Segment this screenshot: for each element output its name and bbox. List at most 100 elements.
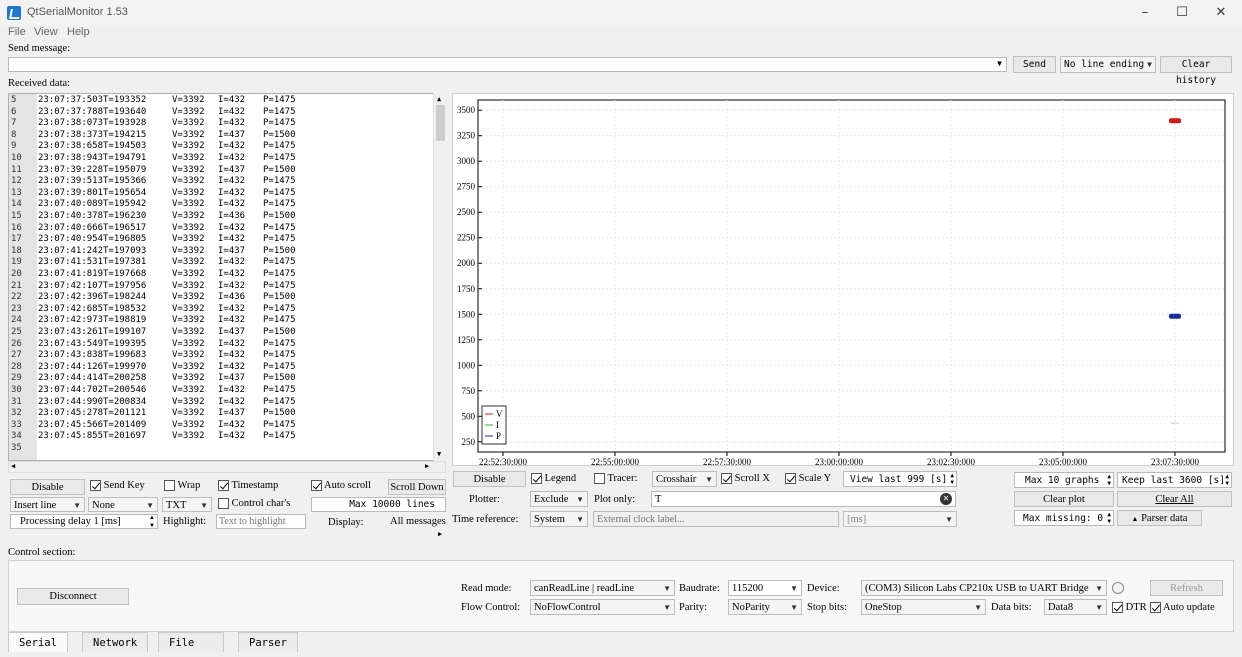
table-row: 32 23:07:45:278 T=201121 V=3392 I=437 P=1500 (9, 408, 429, 420)
scroll-down-icon[interactable]: ▼ (437, 450, 441, 458)
dtr-check[interactable] (1112, 602, 1123, 614)
spin-arrows-icon[interactable]: ▲ ▼ (1225, 473, 1229, 487)
spin-arrows-icon[interactable]: ▲ ▼ (950, 472, 954, 486)
cell-P: P=1475 (263, 338, 296, 349)
scroll-right-icon[interactable]: ▶ (438, 530, 442, 538)
auto-scroll-checkbox[interactable]: Auto scroll (311, 480, 371, 492)
flow-control-select[interactable]: NoFlowControl ▼ (530, 599, 675, 615)
plot-area[interactable]: 250 500 750 1000 1250 1500 1750 2000 2250 2500 275… (452, 93, 1235, 467)
dtr-label: DTR (1125, 602, 1147, 613)
disable-display-button[interactable]: Disable (10, 479, 85, 495)
auto-update-checkbox[interactable]: Auto update (1150, 602, 1215, 614)
auto-update-check[interactable] (1150, 602, 1161, 614)
cell-V: V=3392 (172, 280, 205, 291)
menu-help[interactable]: Help (67, 26, 90, 38)
scale-y-check[interactable] (785, 473, 796, 485)
display-mode-value[interactable]: All messages (390, 516, 446, 527)
parser-data-button[interactable]: ▲ Parser data (1117, 510, 1202, 526)
controls-horizontal-scrollbar[interactable]: ▶ (8, 530, 446, 541)
close-icon[interactable]: ✕ (1206, 4, 1236, 22)
timestamp-checkbox[interactable]: Timestamp (218, 480, 278, 492)
max-lines-spinbox[interactable]: Max 10000 lines (311, 497, 446, 512)
wrap-checkbox[interactable]: Wrap (164, 480, 200, 492)
clear-all-button[interactable]: Clear All (1117, 491, 1232, 507)
tracer-check[interactable] (594, 473, 605, 485)
scroll-thumb[interactable] (436, 105, 445, 141)
refresh-button[interactable]: Refresh (1150, 580, 1223, 596)
parity-select[interactable]: NoParity ▼ (728, 599, 802, 615)
cell-V: V=3392 (172, 315, 205, 326)
device-select[interactable]: (COM3) Silicon Labs CP210x USB to UART B… (861, 580, 1107, 596)
scroll-up-icon[interactable]: ▲ (437, 95, 441, 103)
legend-check[interactable] (531, 473, 542, 485)
max-missing-spinbox[interactable]: Max missing: 0 ▲ ▼ (1014, 510, 1114, 526)
received-horizontal-scrollbar[interactable]: ◀ ▶ (8, 461, 446, 473)
received-data-view[interactable]: 5 23:07:37:503 T=193352 V=3392 I=432 P=1475 6 2… (8, 93, 446, 461)
received-data-label: Received data: (8, 78, 71, 89)
time-reference-select[interactable]: System ▼ (530, 511, 588, 527)
spin-arrows-icon[interactable]: ▲ ▼ (1107, 511, 1111, 525)
chevron-down-icon[interactable]: ▼ (997, 59, 1002, 68)
spin-arrows-icon[interactable]: ▲ ▼ (1107, 473, 1111, 487)
line-ending-select[interactable]: No line ending ▼ (1060, 56, 1156, 73)
tab-network-udp[interactable]: Network UDP (82, 632, 149, 652)
send-key-checkbox[interactable]: Send Key (90, 480, 145, 492)
scroll-left-icon[interactable]: ◀ (11, 462, 15, 470)
time-unit-select[interactable]: [ms] ▼ (843, 511, 957, 527)
tab-file-storage[interactable]: File storage (158, 632, 225, 652)
cell-V: V=3392 (172, 211, 205, 221)
tab-parser-memory[interactable]: Parser memory (238, 632, 298, 652)
dtr-checkbox[interactable]: DTR (1112, 602, 1147, 614)
clear-input-icon[interactable]: ✕ (940, 493, 952, 505)
menu-file[interactable]: File (8, 26, 26, 38)
processing-delay-spinbox[interactable]: Processing delay 1 [ms] ▲ ▼ (10, 514, 158, 529)
scroll-down-button[interactable]: Scroll Down (388, 479, 446, 495)
scroll-x-checkbox[interactable]: Scroll X (721, 473, 770, 485)
stop-bits-select[interactable]: OneStop ▼ (861, 599, 986, 615)
clear-plot-button[interactable]: Clear plot (1014, 491, 1114, 507)
cell-P: P=1475 (263, 269, 296, 279)
cell-V: V=3392 (172, 385, 205, 395)
control-chars-checkbox[interactable]: Control char's (218, 498, 290, 510)
cell-t: 23:07:38:373 (38, 129, 104, 140)
send-button[interactable]: Send (1013, 56, 1056, 73)
legend-checkbox[interactable]: Legend (531, 473, 576, 485)
received-vertical-scrollbar[interactable]: ▲ ▼ (433, 93, 446, 461)
max-graphs-spinbox[interactable]: Max 10 graphs ▲ ▼ (1014, 472, 1114, 488)
keep-last-spinbox[interactable]: Keep last 3600 [s] ▲ ▼ (1117, 472, 1232, 488)
read-mode-select[interactable]: canReadLine | readLine ▼ (530, 580, 675, 596)
external-clock-input[interactable] (593, 511, 839, 527)
parser-data-label: Parser data (1141, 513, 1188, 524)
auto-scroll-check[interactable] (311, 480, 322, 492)
baudrate-select[interactable]: 115200 ▼ (728, 580, 802, 596)
scroll-right-icon[interactable]: ▶ (425, 462, 429, 470)
wrap-check[interactable] (164, 480, 175, 492)
table-row: 25 23:07:43:261 T=199107 V=3392 I=437 P=1500 (9, 327, 429, 339)
highlight-input[interactable] (216, 514, 306, 529)
disable-plot-button[interactable]: Disable (453, 471, 526, 487)
view-last-spinbox[interactable]: View last 999 [s] ▲ ▼ (843, 471, 957, 487)
plotter-select[interactable]: Exclude ▼ (530, 491, 588, 507)
line-prefix-select[interactable]: None ▼ (88, 497, 158, 512)
control-chars-check[interactable] (218, 498, 229, 510)
disconnect-button[interactable]: Disconnect (17, 588, 129, 605)
scale-y-checkbox[interactable]: Scale Y (785, 473, 831, 485)
data-bits-select[interactable]: Data8 ▼ (1044, 599, 1107, 615)
insert-line-select[interactable]: Insert line ▼ (10, 497, 85, 512)
plot-canvas[interactable]: 250 500 750 1000 1250 1500 1750 2000 2250 2500 275… (453, 94, 1235, 467)
tab-serial-com[interactable]: Serial COM (8, 632, 68, 652)
plot-only-input[interactable]: T ✕ (651, 491, 956, 507)
send-key-check[interactable] (90, 480, 101, 492)
line-number: 32 (11, 408, 22, 419)
scroll-x-check[interactable] (721, 473, 732, 485)
menu-view[interactable]: View (34, 26, 58, 38)
tracer-mode-select[interactable]: Crosshair ▼ (652, 471, 717, 487)
maximize-icon[interactable]: ☐ (1167, 4, 1197, 22)
send-message-input[interactable]: ▼ (8, 57, 1007, 72)
format-select[interactable]: TXT ▼ (162, 497, 212, 512)
tracer-checkbox[interactable]: Tracer: (594, 473, 637, 485)
spin-arrows-icon[interactable]: ▲ ▼ (149, 514, 155, 530)
minimize-icon[interactable]: – (1130, 4, 1160, 22)
timestamp-check[interactable] (218, 480, 229, 492)
clear-history-button[interactable]: Clear history (1160, 56, 1232, 86)
